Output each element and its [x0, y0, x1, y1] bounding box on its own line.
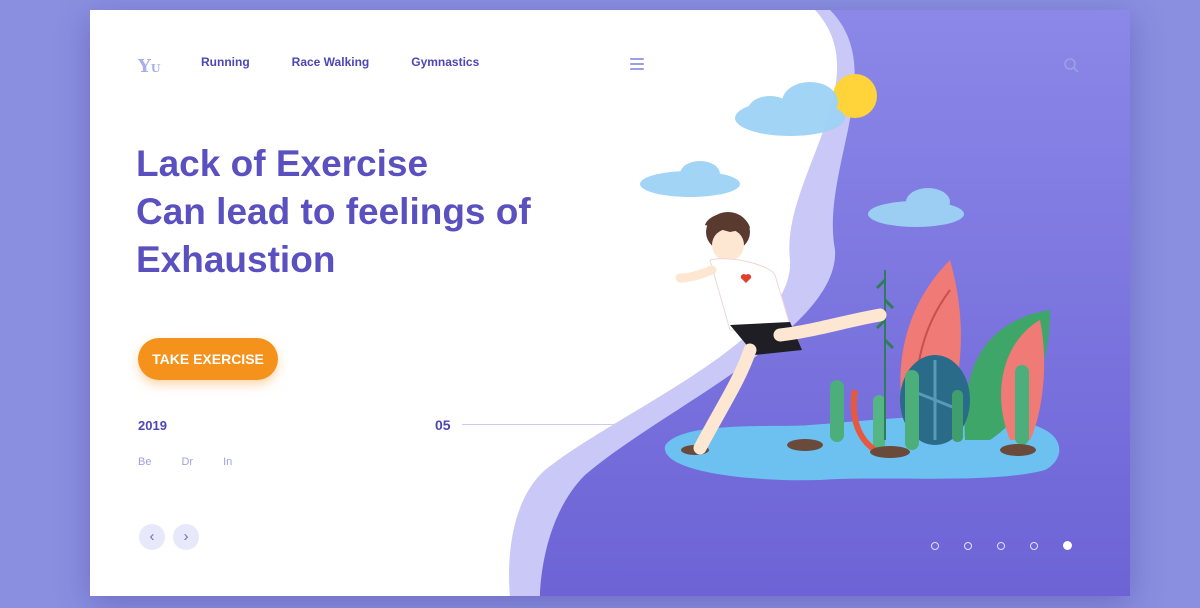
pagination-dot[interactable]	[1030, 541, 1038, 550]
headline-line: Lack of Exercise	[136, 143, 429, 184]
nav-item-race-walking[interactable]: Race Walking	[292, 55, 370, 69]
top-nav: Running Race Walking Gymnastics	[201, 55, 521, 69]
social-links: Be Dr In	[138, 456, 262, 468]
social-link-instagram[interactable]: In	[223, 456, 232, 468]
year-label: 2019	[138, 418, 167, 433]
take-exercise-button[interactable]: TAKE EXERCISE	[138, 338, 278, 380]
chevron-right-icon[interactable]: ›	[173, 524, 199, 550]
pagination-dot[interactable]	[997, 541, 1005, 550]
nav-item-running[interactable]: Running	[201, 55, 250, 69]
slide-pagination	[931, 541, 1072, 550]
brand-logo[interactable]: YU	[138, 56, 160, 77]
search-icon[interactable]	[1063, 57, 1079, 73]
hero-headline: Lack of Exercise Can lead to feelings of…	[136, 140, 531, 284]
landing-card: YU Running Race Walking Gymnastics Lack …	[90, 10, 1130, 596]
pagination-dot-active[interactable]	[1063, 541, 1072, 550]
menu-icon[interactable]	[630, 58, 644, 73]
hero-illustration	[509, 10, 1130, 596]
pagination-dot[interactable]	[964, 541, 972, 550]
pagination-dot[interactable]	[931, 541, 939, 550]
slide-divider	[462, 424, 624, 425]
chevron-left-icon[interactable]: ‹	[139, 524, 165, 550]
headline-line: Exhaustion	[136, 239, 336, 280]
social-link-dribbble[interactable]: Dr	[181, 456, 193, 468]
slide-number: 05	[435, 417, 451, 433]
nav-item-gymnastics[interactable]: Gymnastics	[411, 55, 479, 69]
headline-line: Can lead to feelings of	[136, 191, 531, 232]
social-link-behance[interactable]: Be	[138, 456, 151, 468]
